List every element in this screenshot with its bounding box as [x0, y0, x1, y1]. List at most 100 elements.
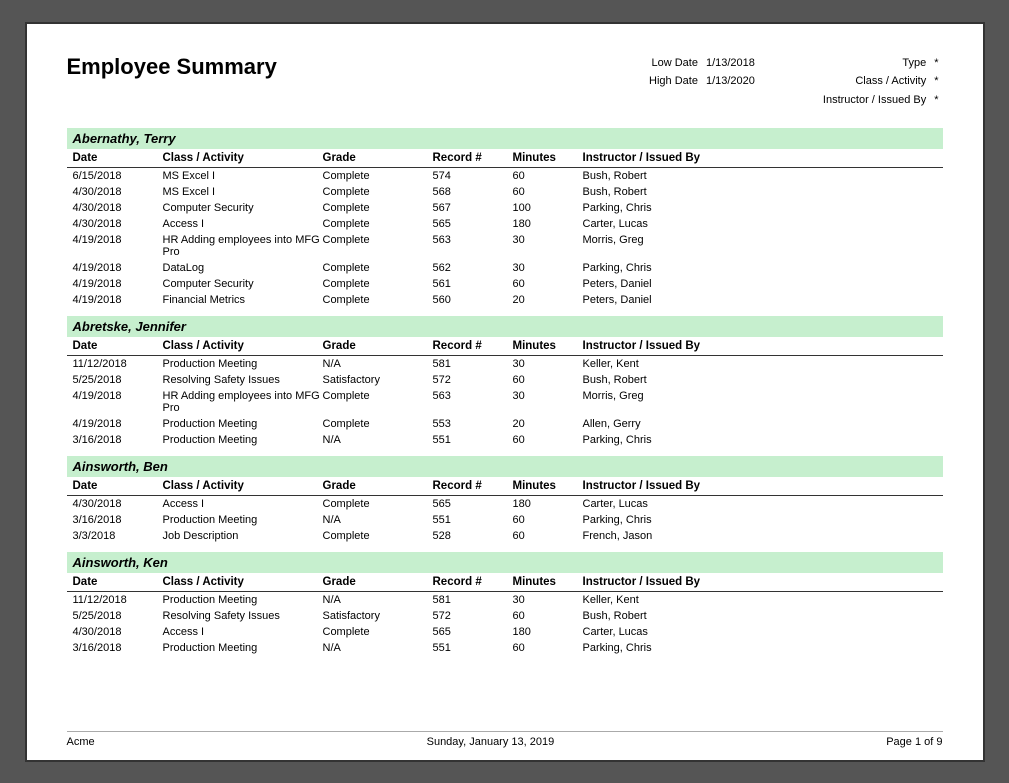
col-header-minutes: Minutes: [513, 152, 583, 164]
cell-grade: Complete: [323, 218, 433, 230]
table-row: 4/30/2018Access IComplete565180Carter, L…: [67, 624, 943, 640]
table-row: 3/3/2018Job DescriptionComplete52860Fren…: [67, 528, 943, 544]
cell-activity: Access I: [163, 218, 323, 230]
report-title: Employee Summary: [67, 54, 277, 80]
sections-container: Abernathy, TerryDateClass / ActivityGrad…: [67, 128, 943, 656]
cell-record: 560: [433, 294, 513, 306]
cell-activity: HR Adding employees into MFG Pro: [163, 390, 323, 414]
report-meta: Low Date 1/13/2018 Type * High Date 1/13…: [645, 54, 942, 110]
col-header-grade: Grade: [323, 480, 433, 492]
cell-instructor: Parking, Chris: [583, 642, 763, 654]
cell-activity: Job Description: [163, 530, 323, 542]
cell-instructor: Parking, Chris: [583, 514, 763, 526]
cell-activity: HR Adding employees into MFG Pro: [163, 234, 323, 258]
cell-date: 3/16/2018: [73, 514, 163, 526]
cell-instructor: French, Jason: [583, 530, 763, 542]
col-header-activity: Class / Activity: [163, 480, 323, 492]
col-header-activity: Class / Activity: [163, 576, 323, 588]
cell-grade: Complete: [323, 186, 433, 198]
col-header-instructor: Instructor / Issued By: [583, 576, 763, 588]
col-header-date: Date: [73, 576, 163, 588]
cell-grade: Complete: [323, 390, 433, 402]
table-row: 4/19/2018Computer SecurityComplete56160P…: [67, 276, 943, 292]
cell-activity: Financial Metrics: [163, 294, 323, 306]
table-row: 4/19/2018HR Adding employees into MFG Pr…: [67, 388, 943, 416]
cell-record: 567: [433, 202, 513, 214]
cell-minutes: 180: [513, 626, 583, 638]
cell-record: 572: [433, 374, 513, 386]
cell-instructor: Carter, Lucas: [583, 218, 763, 230]
cell-date: 4/19/2018: [73, 418, 163, 430]
table-row: 4/30/2018MS Excel IComplete56860Bush, Ro…: [67, 184, 943, 200]
cell-date: 4/30/2018: [73, 186, 163, 198]
cell-activity: DataLog: [163, 262, 323, 274]
cell-instructor: Bush, Robert: [583, 170, 763, 182]
cell-activity: Production Meeting: [163, 418, 323, 430]
cell-date: 3/3/2018: [73, 530, 163, 542]
cell-record: 562: [433, 262, 513, 274]
high-date-label: High Date: [645, 72, 702, 91]
cell-minutes: 20: [513, 418, 583, 430]
footer-company: Acme: [67, 736, 95, 748]
cell-record: 565: [433, 498, 513, 510]
cell-grade: Complete: [323, 234, 433, 246]
cell-instructor: Keller, Kent: [583, 594, 763, 606]
col-header-record: Record #: [433, 576, 513, 588]
cell-activity: Production Meeting: [163, 358, 323, 370]
cell-minutes: 60: [513, 374, 583, 386]
employee-section: Ainsworth, BenDateClass / ActivityGradeR…: [67, 456, 943, 544]
cell-date: 6/15/2018: [73, 170, 163, 182]
cell-instructor: Morris, Greg: [583, 234, 763, 246]
cell-record: 551: [433, 642, 513, 654]
cell-record: 572: [433, 610, 513, 622]
class-value: *: [930, 72, 942, 91]
cell-record: 561: [433, 278, 513, 290]
cell-date: 11/12/2018: [73, 358, 163, 370]
cell-date: 4/30/2018: [73, 626, 163, 638]
cell-instructor: Bush, Robert: [583, 374, 763, 386]
report-header: Employee Summary Low Date 1/13/2018 Type…: [67, 54, 943, 110]
cell-instructor: Parking, Chris: [583, 202, 763, 214]
cell-date: 4/19/2018: [73, 278, 163, 290]
cell-grade: Satisfactory: [323, 374, 433, 386]
cell-date: 4/19/2018: [73, 234, 163, 246]
cell-grade: Complete: [323, 262, 433, 274]
cell-grade: Complete: [323, 530, 433, 542]
cell-grade: Complete: [323, 626, 433, 638]
class-label: Class / Activity: [819, 72, 930, 91]
table-row: 11/12/2018Production MeetingN/A58130Kell…: [67, 356, 943, 372]
cell-record: 565: [433, 626, 513, 638]
cell-instructor: Bush, Robert: [583, 186, 763, 198]
employee-name: Ainsworth, Ben: [67, 456, 943, 477]
cell-date: 11/12/2018: [73, 594, 163, 606]
cell-activity: Resolving Safety Issues: [163, 374, 323, 386]
cell-minutes: 30: [513, 358, 583, 370]
cell-grade: Complete: [323, 498, 433, 510]
cell-date: 4/30/2018: [73, 498, 163, 510]
cell-minutes: 30: [513, 390, 583, 402]
cell-date: 4/19/2018: [73, 294, 163, 306]
cell-minutes: 60: [513, 186, 583, 198]
col-header-record: Record #: [433, 152, 513, 164]
cell-grade: Complete: [323, 202, 433, 214]
cell-activity: Access I: [163, 626, 323, 638]
cell-instructor: Keller, Kent: [583, 358, 763, 370]
cell-minutes: 60: [513, 642, 583, 654]
cell-record: 581: [433, 358, 513, 370]
employee-section: Ainsworth, KenDateClass / ActivityGradeR…: [67, 552, 943, 656]
table-row: 4/19/2018Financial MetricsComplete56020P…: [67, 292, 943, 308]
cell-activity: Production Meeting: [163, 642, 323, 654]
cell-minutes: 60: [513, 434, 583, 446]
cell-minutes: 60: [513, 530, 583, 542]
instructor-value: *: [930, 91, 942, 110]
table-row: 3/16/2018Production MeetingN/A55160Parki…: [67, 512, 943, 528]
cell-date: 5/25/2018: [73, 610, 163, 622]
table-row: 3/16/2018Production MeetingN/A55160Parki…: [67, 640, 943, 656]
cell-minutes: 20: [513, 294, 583, 306]
cell-minutes: 60: [513, 610, 583, 622]
column-headers: DateClass / ActivityGradeRecord #Minutes…: [67, 573, 943, 592]
employee-name: Abretske, Jennifer: [67, 316, 943, 337]
cell-activity: Computer Security: [163, 278, 323, 290]
col-header-instructor: Instructor / Issued By: [583, 152, 763, 164]
cell-activity: MS Excel I: [163, 186, 323, 198]
